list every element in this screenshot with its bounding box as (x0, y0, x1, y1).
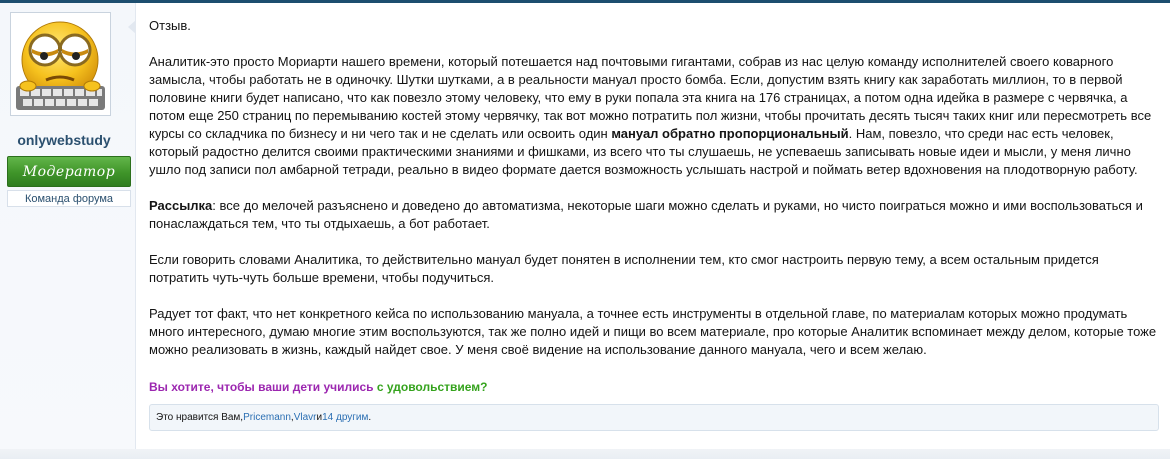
paragraph-3: Если говорить словами Аналитика, то дейс… (149, 252, 1099, 285)
smiley-avatar-icon (16, 21, 105, 110)
paragraph-2-text: : все до мелочей разъяснено и доведено д… (149, 198, 1143, 231)
promo-text-purple: Вы хотите, чтобы ваши дети учились (149, 380, 377, 394)
post-title: Отзыв. (149, 18, 191, 33)
signature-promo[interactable]: Вы хотите, чтобы ваши дети учились с удо… (149, 380, 487, 394)
top-border (0, 0, 1170, 3)
post-sidebar: onlywebstudy Модератор Команда форума (0, 3, 136, 459)
avatar[interactable] (10, 12, 111, 116)
paragraph-2: Рассылка: все до мелочей разъяснено и до… (149, 197, 1161, 233)
bottom-border (0, 449, 1170, 459)
paragraph-4: Радует тот факт, что нет конкретного кей… (149, 306, 1157, 357)
likes-dot: . (368, 412, 372, 423)
paragraph-1: Аналитик-это просто Мориарти нашего врем… (149, 53, 1161, 179)
like-user-vlavr[interactable]: Vlavr (294, 412, 317, 423)
paragraph-1-bold: мануал обратно пропорциональный (611, 126, 849, 141)
paragraph-2-bold: Рассылка (149, 198, 213, 213)
message-pointer (128, 20, 136, 34)
username-link[interactable]: onlywebstudy (0, 132, 128, 148)
likes-prefix: Это нравится Вам, (156, 412, 244, 423)
likes-bar: Это нравится Вам, Pricemann, Vlavr и 14 … (149, 404, 1159, 431)
like-user-pricemann[interactable]: Pricemann (243, 412, 291, 423)
forum-team-label[interactable]: Команда форума (7, 190, 131, 207)
post-body: Отзыв. Аналитик-это просто Мориарти наше… (149, 17, 1161, 359)
promo-text-green: с удовольствием? (376, 380, 488, 394)
likes-others-link[interactable]: 14 другим (322, 412, 368, 423)
moderator-badge: Модератор (7, 156, 131, 187)
